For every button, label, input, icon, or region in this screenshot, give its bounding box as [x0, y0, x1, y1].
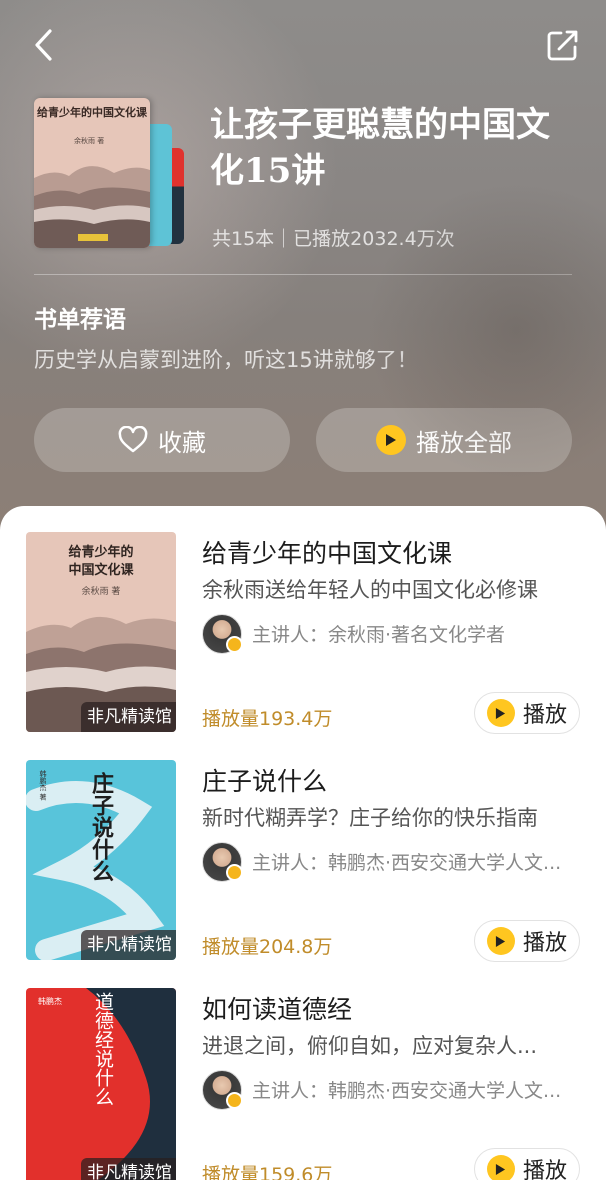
hero-header: 给青少年的中国文化课 余秋雨 著 让孩子更聪慧的中国文化15讲 共15本｜已播放… — [0, 0, 606, 540]
play-icon — [486, 699, 515, 727]
badge: 非凡精读馆 — [81, 1158, 176, 1180]
play-button[interactable]: 播放 — [474, 920, 580, 962]
share-icon[interactable] — [546, 28, 580, 62]
play-label: 播放 — [522, 1159, 567, 1180]
badge: 非凡精读馆 — [81, 702, 176, 732]
book-desc: 余秋雨送给年轻人的中国文化必修课 — [202, 578, 538, 602]
mini-cover-author: 余秋雨 著 — [74, 137, 105, 145]
book-title: 庄子说什么 — [202, 767, 328, 796]
book-desc: 进退之间，俯仰自如，应对复杂人... — [202, 1034, 538, 1058]
page-title: 让孩子更聪慧的中国文化15讲 — [210, 105, 550, 191]
verified-icon — [226, 864, 243, 881]
favorite-label: 收藏 — [158, 428, 206, 457]
play-label: 播放 — [522, 931, 567, 956]
book-cover: 给青少年的 中国文化课 余秋雨 著 非凡精读馆 — [26, 532, 176, 732]
play-count: 播放量193.4万 — [202, 708, 333, 730]
play-all-button[interactable]: 播放全部 — [316, 408, 572, 472]
cover-author: 韩鹏杰 — [38, 997, 62, 1006]
badge: 非凡精读馆 — [81, 930, 176, 960]
book-title: 如何读道德经 — [202, 995, 353, 1024]
play-count: 播放量204.8万 — [202, 936, 333, 958]
speaker: 主讲人：韩鹏杰·西安交通大学人文... — [252, 852, 562, 874]
verified-icon — [226, 1092, 243, 1109]
play-button[interactable]: 播放 — [474, 1148, 580, 1180]
book-cover: 道德经说什么 韩鹏杰 非凡精读馆 — [26, 988, 176, 1180]
cover-title: 道德经说什么 — [92, 992, 114, 1106]
list-item[interactable]: 给青少年的 中国文化课 余秋雨 著 非凡精读馆 给青少年的中国文化课 余秋雨送给… — [0, 506, 606, 734]
speaker: 主讲人：余秋雨·著名文化学者 — [252, 624, 506, 646]
play-count: 播放量159.6万 — [202, 1164, 333, 1180]
divider — [34, 274, 572, 275]
play-icon — [376, 425, 406, 455]
list-item[interactable]: 庄子说什么 韩鹏杰 著 非凡精读馆 庄子说什么 新时代糊弄学？庄子给你的快乐指南… — [0, 734, 606, 962]
booklist-meta: 共15本｜已播放2032.4万次 — [212, 228, 455, 250]
verified-icon — [226, 636, 243, 653]
cover-author: 韩鹏杰 著 — [39, 770, 47, 801]
booklist-cover-stack: 给青少年的中国文化课 余秋雨 著 — [34, 98, 186, 248]
favorite-button[interactable]: 收藏 — [34, 408, 290, 472]
mountain-illustration — [34, 166, 150, 248]
heart-icon — [118, 426, 148, 453]
cover-author: 余秋雨 著 — [81, 587, 121, 597]
recommend-text: 历史学从启蒙到进阶，听这15讲就够了！ — [34, 348, 418, 372]
play-icon — [486, 1155, 515, 1180]
play-label: 播放 — [522, 703, 567, 728]
list-item[interactable]: 道德经说什么 韩鹏杰 非凡精读馆 如何读道德经 进退之间，俯仰自如，应对复杂人.… — [0, 962, 606, 1180]
chevron-left-icon[interactable] — [30, 28, 58, 62]
recommend-label: 书单荐语 — [34, 307, 126, 333]
book-cover: 庄子说什么 韩鹏杰 著 非凡精读馆 — [26, 760, 176, 960]
play-all-label: 播放全部 — [416, 428, 512, 457]
book-title: 给青少年的中国文化课 — [202, 539, 453, 568]
book-list-panel: 给青少年的 中国文化课 余秋雨 著 非凡精读馆 给青少年的中国文化课 余秋雨送给… — [0, 506, 606, 1180]
speaker: 主讲人：韩鹏杰·西安交通大学人文... — [252, 1080, 562, 1102]
book-desc: 新时代糊弄学？庄子给你的快乐指南 — [202, 806, 538, 830]
play-icon — [486, 927, 515, 955]
cover-title: 给青少年的 中国文化课 — [68, 545, 134, 578]
play-button[interactable]: 播放 — [474, 692, 580, 734]
mini-cover-title: 给青少年的中国文化课 — [37, 106, 147, 119]
cover-title: 庄子说什么 — [88, 772, 114, 882]
cover-front: 给青少年的中国文化课 余秋雨 著 — [34, 98, 150, 248]
